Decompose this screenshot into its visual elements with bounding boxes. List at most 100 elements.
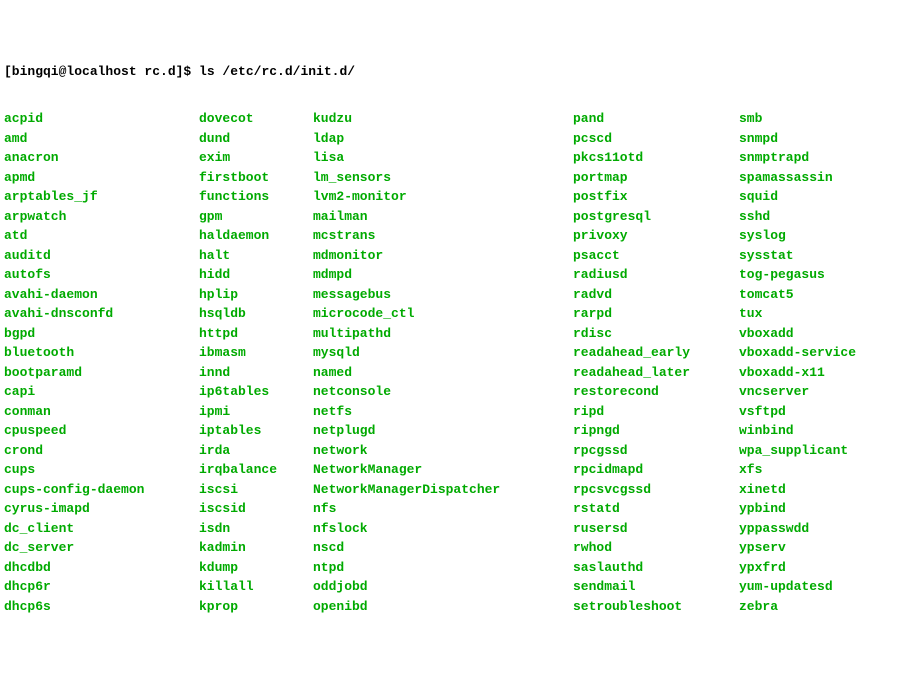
file-entry: autofs xyxy=(4,265,199,285)
file-entry: hidd xyxy=(199,265,313,285)
file-entry: dc_client xyxy=(4,519,199,539)
file-entry: halt xyxy=(199,246,313,266)
file-entry: sendmail xyxy=(573,577,739,597)
file-entry: cpuspeed xyxy=(4,421,199,441)
file-entry: saslauthd xyxy=(573,558,739,578)
file-entry: nfslock xyxy=(313,519,573,539)
file-entry: avahi-dnsconfd xyxy=(4,304,199,324)
file-entry: yppasswdd xyxy=(739,519,899,539)
file-entry: bluetooth xyxy=(4,343,199,363)
file-entry: auditd xyxy=(4,246,199,266)
file-entry: hsqldb xyxy=(199,304,313,324)
file-entry: avahi-daemon xyxy=(4,285,199,305)
file-entry: innd xyxy=(199,363,313,383)
file-entry: anacron xyxy=(4,148,199,168)
file-entry: rdisc xyxy=(573,324,739,344)
file-entry: radvd xyxy=(573,285,739,305)
file-entry: rwhod xyxy=(573,538,739,558)
file-entry: smb xyxy=(739,109,899,129)
file-entry: functions xyxy=(199,187,313,207)
file-entry: zebra xyxy=(739,597,899,617)
file-entry: pand xyxy=(573,109,739,129)
file-entry: sshd xyxy=(739,207,899,227)
file-entry: yum-updatesd xyxy=(739,577,899,597)
file-entry: ipmi xyxy=(199,402,313,422)
file-entry: httpd xyxy=(199,324,313,344)
file-entry: rpcsvcgssd xyxy=(573,480,739,500)
file-entry: cups-config-daemon xyxy=(4,480,199,500)
file-entry: iscsid xyxy=(199,499,313,519)
file-entry: NetworkManagerDispatcher xyxy=(313,480,573,500)
file-entry: dovecot xyxy=(199,109,313,129)
file-entry: wpa_supplicant xyxy=(739,441,899,461)
file-entry: mcstrans xyxy=(313,226,573,246)
file-entry: pkcs11otd xyxy=(573,148,739,168)
file-entry: syslog xyxy=(739,226,899,246)
file-entry: netfs xyxy=(313,402,573,422)
file-entry: ip6tables xyxy=(199,382,313,402)
file-entry: xinetd xyxy=(739,480,899,500)
file-entry: amd xyxy=(4,129,199,149)
ls-output: acpidamdanacronapmdarptables_jfarpwatcha… xyxy=(4,109,910,616)
file-entry: vsftpd xyxy=(739,402,899,422)
file-entry: vboxadd xyxy=(739,324,899,344)
file-entry: netconsole xyxy=(313,382,573,402)
file-entry: lisa xyxy=(313,148,573,168)
file-entry: openibd xyxy=(313,597,573,617)
file-entry: vboxadd-service xyxy=(739,343,899,363)
file-entry: ldap xyxy=(313,129,573,149)
terminal-prompt: [bingqi@localhost rc.d]$ ls /etc/rc.d/in… xyxy=(4,64,910,79)
file-entry: bootparamd xyxy=(4,363,199,383)
file-entry: arpwatch xyxy=(4,207,199,227)
file-entry: kadmin xyxy=(199,538,313,558)
file-entry: gpm xyxy=(199,207,313,227)
file-entry: pcscd xyxy=(573,129,739,149)
file-entry: sysstat xyxy=(739,246,899,266)
file-entry: exim xyxy=(199,148,313,168)
file-entry: lvm2-monitor xyxy=(313,187,573,207)
file-entry: netplugd xyxy=(313,421,573,441)
file-entry: snmpd xyxy=(739,129,899,149)
file-entry: cyrus-imapd xyxy=(4,499,199,519)
file-entry: firstboot xyxy=(199,168,313,188)
file-entry: iscsi xyxy=(199,480,313,500)
column-3: pandpcscdpkcs11otdportmappostfixpostgres… xyxy=(573,109,739,616)
file-entry: network xyxy=(313,441,573,461)
file-entry: conman xyxy=(4,402,199,422)
file-entry: rpcidmapd xyxy=(573,460,739,480)
file-entry: dc_server xyxy=(4,538,199,558)
file-entry: psacct xyxy=(573,246,739,266)
file-entry: capi xyxy=(4,382,199,402)
file-entry: cups xyxy=(4,460,199,480)
file-entry: setroubleshoot xyxy=(573,597,739,617)
file-entry: vncserver xyxy=(739,382,899,402)
column-2: kudzuldaplisalm_sensorslvm2-monitormailm… xyxy=(313,109,573,616)
file-entry: postgresql xyxy=(573,207,739,227)
file-entry: multipathd xyxy=(313,324,573,344)
file-entry: arptables_jf xyxy=(4,187,199,207)
file-entry: messagebus xyxy=(313,285,573,305)
file-entry: microcode_ctl xyxy=(313,304,573,324)
file-entry: xfs xyxy=(739,460,899,480)
file-entry: readahead_later xyxy=(573,363,739,383)
file-entry: dhcdbd xyxy=(4,558,199,578)
file-entry: isdn xyxy=(199,519,313,539)
file-entry: ypserv xyxy=(739,538,899,558)
file-entry: tog-pegasus xyxy=(739,265,899,285)
file-entry: tomcat5 xyxy=(739,285,899,305)
file-entry: squid xyxy=(739,187,899,207)
file-entry: dhcp6r xyxy=(4,577,199,597)
column-0: acpidamdanacronapmdarptables_jfarpwatcha… xyxy=(4,109,199,616)
file-entry: iptables xyxy=(199,421,313,441)
file-entry: irda xyxy=(199,441,313,461)
file-entry: mysqld xyxy=(313,343,573,363)
file-entry: haldaemon xyxy=(199,226,313,246)
file-entry: kudzu xyxy=(313,109,573,129)
file-entry: hplip xyxy=(199,285,313,305)
column-4: smbsnmpdsnmptrapdspamassassinsquidsshdsy… xyxy=(739,109,899,616)
file-entry: irqbalance xyxy=(199,460,313,480)
file-entry: mdmpd xyxy=(313,265,573,285)
file-entry: dund xyxy=(199,129,313,149)
file-entry: crond xyxy=(4,441,199,461)
file-entry: readahead_early xyxy=(573,343,739,363)
